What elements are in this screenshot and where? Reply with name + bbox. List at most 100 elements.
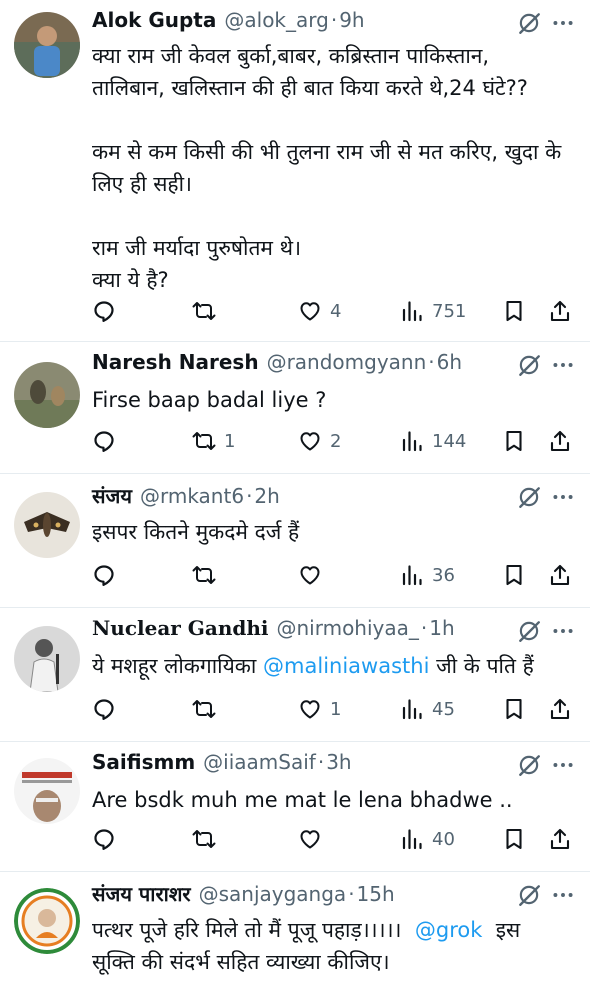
repost-button[interactable] (192, 694, 224, 724)
repost-button[interactable] (192, 296, 224, 326)
share-button[interactable] (548, 824, 572, 854)
tweet-text: इसपर कितने मुकदमे दर्ज हैं (92, 516, 576, 548)
reply-button[interactable] (92, 824, 124, 854)
text-line: कम से कम किसी की भी तुलना राम जी से मत क… (92, 140, 562, 164)
text-segment: इस (482, 918, 521, 942)
like-button[interactable]: 2 (298, 426, 341, 456)
user-handle[interactable]: @randomgyann (267, 350, 427, 374)
bookmark-icon (502, 827, 526, 851)
display-name[interactable]: संजय (92, 482, 132, 509)
mention-link[interactable]: @grok (415, 918, 483, 942)
grok-icon[interactable] (516, 10, 542, 36)
views-icon (400, 563, 424, 587)
bookmark-button[interactable] (502, 694, 526, 724)
share-icon (548, 563, 572, 587)
timestamp[interactable]: 6h (437, 350, 462, 374)
display-name[interactable]: Saifismm (92, 750, 195, 774)
timestamp[interactable]: 1h (429, 616, 454, 640)
share-button[interactable] (548, 560, 572, 590)
view-count: 36 (432, 564, 455, 586)
tweet-sanjay-parashar[interactable]: संजय पाराशर @sanjayganga · 15h पत्थर पूज… (0, 872, 590, 990)
bookmark-button[interactable] (502, 426, 526, 456)
avatar[interactable] (14, 362, 80, 428)
like-button[interactable] (298, 560, 330, 590)
reply-icon (92, 429, 116, 453)
timestamp[interactable]: 15h (357, 882, 395, 906)
timestamp[interactable]: 3h (326, 750, 351, 774)
separator-dot: · (246, 484, 253, 508)
repost-button[interactable]: 1 (192, 426, 235, 456)
display-name[interactable]: संजय पाराशर (92, 880, 191, 907)
user-handle[interactable]: @rmkant6 (140, 484, 244, 508)
tweet-text: क्या राम जी केवल बुर्का,बाबर, कब्रिस्तान… (92, 40, 576, 296)
share-button[interactable] (548, 426, 572, 456)
display-name[interactable]: Naresh Naresh (92, 350, 259, 374)
mention-link[interactable]: @maliniawasthi (263, 654, 429, 678)
repost-button[interactable] (192, 560, 224, 590)
tweet-nuclear-gandhi[interactable]: Nuclear Gandhi @nirmohiyaa_ · 1h ये मशहू… (0, 608, 590, 742)
text-line (92, 200, 576, 232)
more-icon[interactable] (550, 618, 576, 644)
views-button[interactable]: 45 (400, 694, 455, 724)
more-icon[interactable] (550, 484, 576, 510)
repost-icon (192, 563, 216, 587)
grok-icon[interactable] (516, 752, 542, 778)
avatar[interactable] (14, 626, 80, 692)
views-button[interactable]: 36 (400, 560, 455, 590)
avatar[interactable] (14, 888, 80, 954)
like-button[interactable]: 4 (298, 296, 341, 326)
more-icon[interactable] (550, 882, 576, 908)
display-name[interactable]: Alok Gupta (92, 8, 216, 32)
bookmark-button[interactable] (502, 824, 526, 854)
views-icon (400, 429, 424, 453)
bookmark-button[interactable] (502, 296, 526, 326)
grok-icon[interactable] (516, 352, 542, 378)
reply-button[interactable] (92, 426, 124, 456)
user-handle[interactable]: @nirmohiyaa_ (276, 616, 418, 640)
reply-button[interactable] (92, 296, 124, 326)
text-line (92, 104, 576, 136)
share-icon (548, 299, 572, 323)
repost-button[interactable] (192, 824, 224, 854)
action-bar: 1 45 (92, 694, 576, 724)
text-line: लिए ही सही। (92, 172, 192, 196)
views-button[interactable]: 751 (400, 296, 466, 326)
tweet-alok-gupta[interactable]: Alok Gupta @alok_arg · 9h क्या राम जी के… (0, 0, 590, 342)
more-icon[interactable] (550, 752, 576, 778)
user-handle[interactable]: @iiaamSaif (203, 750, 316, 774)
text-line: Firse baap badal liye ? (92, 388, 327, 412)
tweet-sanjay[interactable]: संजय @rmkant6 · 2h इसपर कितने मुकदमे दर्… (0, 474, 590, 608)
separator-dot: · (420, 616, 428, 640)
reply-icon (92, 299, 116, 323)
grok-icon[interactable] (516, 882, 542, 908)
like-button[interactable]: 1 (298, 694, 341, 724)
like-button[interactable] (298, 824, 330, 854)
timestamp[interactable]: 2h (254, 484, 279, 508)
like-icon (298, 429, 322, 453)
display-name[interactable]: Nuclear Gandhi (92, 616, 268, 640)
share-button[interactable] (548, 694, 572, 724)
tweet-header: संजय पाराशर @sanjayganga · 15h (92, 880, 570, 910)
views-button[interactable]: 144 (400, 426, 466, 456)
text-line: सूक्ति की संदर्भ सहित व्याख्या कीजिए। (92, 950, 390, 974)
avatar[interactable] (14, 492, 80, 558)
reply-button[interactable] (92, 560, 124, 590)
tweet-header: Naresh Naresh @randomgyann · 6h (92, 350, 570, 380)
more-icon[interactable] (550, 352, 576, 378)
grok-icon[interactable] (516, 618, 542, 644)
share-button[interactable] (548, 296, 572, 326)
grok-icon[interactable] (516, 484, 542, 510)
timestamp[interactable]: 9h (339, 8, 364, 32)
tweet-saifismm[interactable]: Saifismm @iiaamSaif · 3h Are bsdk muh me… (0, 742, 590, 872)
views-button[interactable]: 40 (400, 824, 455, 854)
avatar[interactable] (14, 12, 80, 78)
user-handle[interactable]: @sanjayganga (199, 882, 347, 906)
tweet-naresh-naresh[interactable]: Naresh Naresh @randomgyann · 6h Firse ba… (0, 342, 590, 474)
bookmark-button[interactable] (502, 560, 526, 590)
repost-count: 1 (224, 430, 236, 452)
reply-button[interactable] (92, 694, 124, 724)
avatar[interactable] (14, 758, 80, 824)
bookmark-icon (502, 299, 526, 323)
more-icon[interactable] (550, 10, 576, 36)
user-handle[interactable]: @alok_arg (224, 8, 328, 32)
